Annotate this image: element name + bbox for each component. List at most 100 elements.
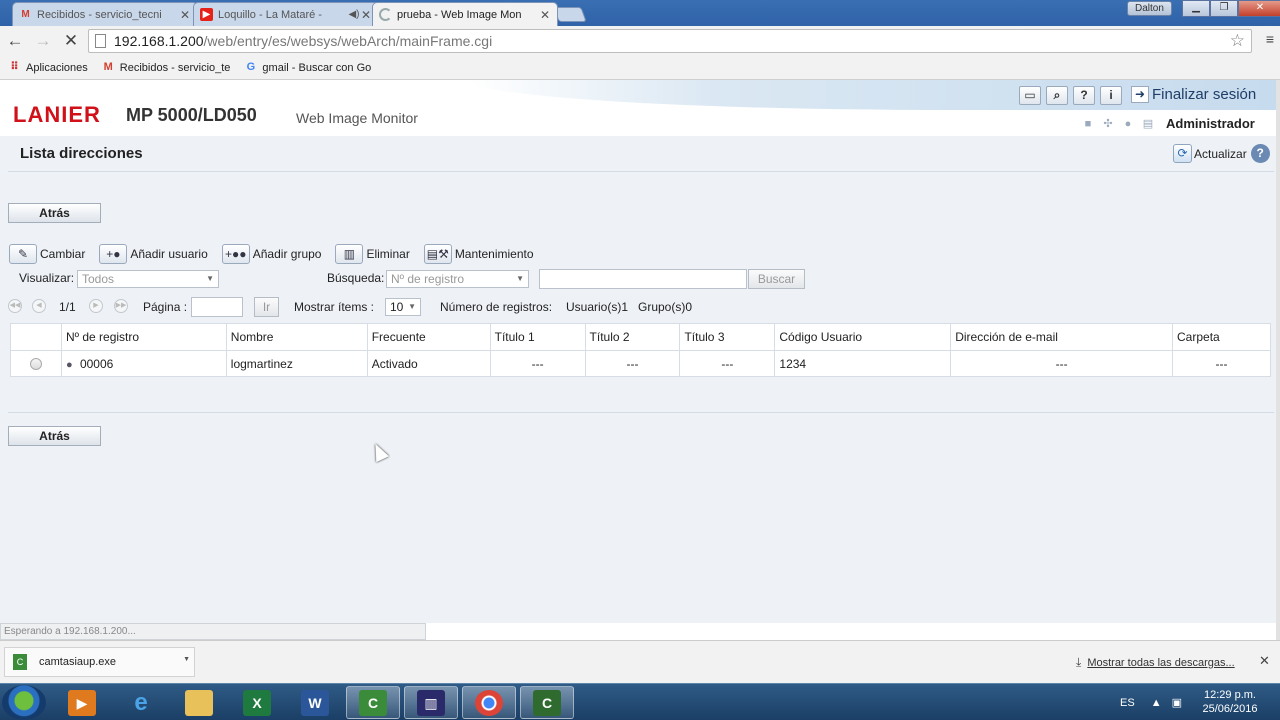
prev-page-icon[interactable]: ◀ <box>32 299 46 313</box>
column-header[interactable]: Título 2 <box>584 323 681 351</box>
filter-bar: Visualizar: Todos ▼ Búsqueda: Nº de regi… <box>19 269 819 289</box>
maintenance-button[interactable]: ▤⚒ Mantenimiento <box>423 244 534 264</box>
close-window-button[interactable]: ✕ <box>1238 0 1280 17</box>
device-icon[interactable]: ▭ <box>1019 86 1041 105</box>
start-button[interactable] <box>2 685 46 720</box>
show-all-label: Mostrar todas las descargas... <box>1087 657 1235 669</box>
bookmark-apps[interactable]: ⠿ Aplicaciones <box>8 61 88 74</box>
language-indicator[interactable]: ES <box>1120 697 1135 709</box>
edit-button[interactable]: ✎ Cambiar <box>9 244 85 264</box>
tab-youtube[interactable]: ▶ Loquillo - La Mataré - ◀) ✕ <box>193 2 379 26</box>
system-tray: ES ▲ ▣ <box>1120 684 1182 720</box>
column-header[interactable]: Frecuente <box>366 323 491 351</box>
stop-button[interactable]: ✕ <box>58 28 84 54</box>
taskbar-excel[interactable]: X <box>230 686 284 719</box>
search-icon[interactable]: ⌕ <box>1046 86 1068 105</box>
search-input[interactable] <box>539 269 747 289</box>
forward-button[interactable]: → <box>30 28 56 54</box>
taskbar-media-player[interactable]: ▶ <box>55 686 109 719</box>
url-host: 192.168.1.200 <box>114 33 204 49</box>
maintenance-icon: ▤⚒ <box>423 244 452 264</box>
page-scrollbar[interactable] <box>1276 80 1280 640</box>
address-bar[interactable]: 192.168.1.200/web/entry/es/websys/webArc… <box>88 29 1252 53</box>
back-button[interactable]: ← <box>2 28 28 54</box>
user-name: Administrador <box>1166 116 1255 131</box>
view-select[interactable]: Todos ▼ <box>77 270 219 288</box>
chrome-menu-icon[interactable]: ≡ <box>1266 31 1274 47</box>
taskbar-internet-explorer[interactable]: e <box>114 686 168 719</box>
network-icon[interactable]: ▣ <box>1172 696 1182 709</box>
cell-registration: ● 00006 <box>60 350 227 377</box>
back-button-bottom[interactable]: Atrás <box>8 426 101 446</box>
chevron-up-icon[interactable]: ▲ <box>1151 697 1162 709</box>
bookmark-gmail[interactable]: M Recibidos - servicio_te <box>102 61 231 74</box>
cell-name: logmartinez <box>225 350 368 377</box>
help-icon[interactable]: ? <box>1073 86 1095 105</box>
bookmark-google[interactable]: G gmail - Buscar con Go <box>244 61 372 74</box>
show-all-downloads-link[interactable]: ⤓ Mostrar todas las descargas... <box>1076 655 1235 670</box>
minimize-button[interactable]: ▁ <box>1182 0 1210 17</box>
column-header[interactable]: Título 3 <box>679 323 776 351</box>
apps-icon: ⠿ <box>10 61 19 73</box>
download-item[interactable]: C camtasiaup.exe ▼ <box>4 647 195 677</box>
back-button-top[interactable]: Atrás <box>8 203 101 223</box>
column-header[interactable]: Carpeta <box>1172 323 1271 351</box>
gmail-icon: M <box>21 9 30 20</box>
refresh-button[interactable]: ⟳ Actualizar ? <box>1173 144 1270 163</box>
column-header[interactable]: Nombre <box>225 323 368 351</box>
taskbar-word[interactable]: W <box>288 686 342 719</box>
camtasia-icon: C <box>359 689 387 716</box>
close-icon[interactable]: ✕ <box>1259 653 1270 669</box>
items-select[interactable]: 10 ▼ <box>385 298 421 316</box>
help-icon[interactable]: ? <box>1250 144 1270 163</box>
maximize-button[interactable]: ❐ <box>1210 0 1238 17</box>
cell-user-code: 1234 <box>774 350 952 377</box>
next-page-icon[interactable]: ▶ <box>89 299 103 313</box>
search-button[interactable]: Buscar <box>748 269 805 289</box>
add-user-button[interactable]: +● Añadir usuario <box>99 244 208 264</box>
last-page-icon[interactable]: ▶▶ <box>114 299 128 313</box>
add-group-button[interactable]: +●● Añadir grupo <box>221 244 321 264</box>
go-button[interactable]: Ir <box>254 297 279 317</box>
tab-web-image-monitor[interactable]: prueba - Web Image Mon ✕ <box>372 2 558 26</box>
bookmarks-bar: ⠿ Aplicaciones M Recibidos - servicio_te… <box>0 56 1280 80</box>
cell-folder: --- <box>1172 350 1271 377</box>
close-icon[interactable]: ✕ <box>179 8 191 22</box>
logout-link[interactable]: ➜ Finalizar sesión <box>1131 86 1256 103</box>
chevron-down-icon[interactable]: ▼ <box>183 656 190 663</box>
row-radio[interactable] <box>29 358 42 371</box>
taskbar-app[interactable]: ▥ <box>404 686 458 719</box>
column-header[interactable]: Código Usuario <box>774 323 952 351</box>
view-label: Visualizar: <box>19 271 75 285</box>
column-header[interactable]: Título 1 <box>489 323 586 351</box>
taskbar-camtasia-2[interactable]: C <box>520 686 574 719</box>
page-input[interactable] <box>191 297 243 317</box>
close-icon[interactable]: ✕ <box>360 8 372 22</box>
taskbar-chrome[interactable] <box>462 686 516 719</box>
search-field-select[interactable]: Nº de registro ▼ <box>386 270 529 288</box>
brand-logo: LANIER <box>13 102 101 127</box>
group-count: Grupo(s)0 <box>638 300 693 314</box>
close-icon[interactable]: ✕ <box>539 8 551 22</box>
profile-button[interactable]: Dalton <box>1127 1 1172 16</box>
word-icon: W <box>301 689 329 716</box>
media-player-icon: ▶ <box>68 689 96 716</box>
table-row[interactable]: ● 00006 logmartinez Activado --- --- --- … <box>10 350 1271 377</box>
camtasia-icon: C <box>533 689 561 716</box>
first-page-icon[interactable]: ◀◀ <box>8 299 22 313</box>
bookmark-label: Recibidos - servicio_te <box>119 61 231 74</box>
tab-gmail[interactable]: M Recibidos - servicio_tecni ✕ <box>12 2 198 26</box>
cell-title3: --- <box>679 350 776 377</box>
maintenance-label: Mantenimiento <box>454 247 534 261</box>
registration-number: 00006 <box>79 356 114 371</box>
new-tab-button[interactable] <box>553 7 587 22</box>
bookmark-star-icon[interactable]: ☆ <box>1230 31 1245 51</box>
column-header[interactable]: Nº de registro <box>60 323 227 351</box>
cell-title2: --- <box>584 350 681 377</box>
taskbar-explorer[interactable] <box>172 686 226 719</box>
taskbar-camtasia[interactable]: C <box>346 686 400 719</box>
delete-button[interactable]: ▥ Eliminar <box>335 244 410 264</box>
info-icon[interactable]: i <box>1100 86 1122 105</box>
column-header[interactable]: Dirección de e-mail <box>950 323 1174 351</box>
clock[interactable]: 12:29 p.m. 25/06/2016 <box>1198 688 1262 716</box>
